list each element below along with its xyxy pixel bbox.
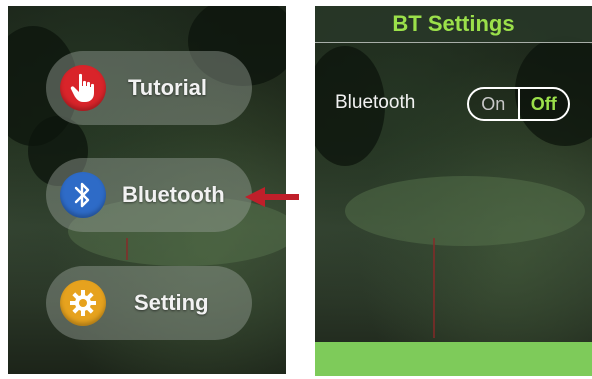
menu-item-bluetooth-label: Bluetooth (122, 182, 225, 207)
menu-item-bluetooth[interactable]: Bluetooth (46, 158, 252, 232)
menu-item-setting[interactable]: Setting (46, 266, 252, 340)
background-flag (126, 238, 128, 260)
bluetooth-toggle[interactable]: On Off (467, 87, 570, 121)
menu-item-tutorial-label: Tutorial (128, 75, 208, 100)
toggle-on-option[interactable]: On (469, 89, 520, 119)
bottom-bar (315, 342, 592, 376)
hand-pointer-icon (60, 65, 106, 111)
background-green (345, 176, 585, 246)
bt-settings-screen: BT Settings Bluetooth On Off (315, 6, 592, 376)
red-arrow-icon (245, 187, 299, 207)
toggle-off-option[interactable]: Off (520, 89, 569, 119)
menu-item-setting-label: Setting (134, 290, 209, 315)
bluetooth-label: Bluetooth (335, 92, 416, 113)
menu-item-tutorial[interactable]: Tutorial (46, 51, 252, 125)
bt-settings-header: BT Settings (315, 6, 592, 43)
page-title: BT Settings (392, 11, 515, 36)
background-flag (433, 238, 435, 338)
bluetooth-icon (60, 172, 106, 218)
gear-icon (60, 280, 106, 326)
